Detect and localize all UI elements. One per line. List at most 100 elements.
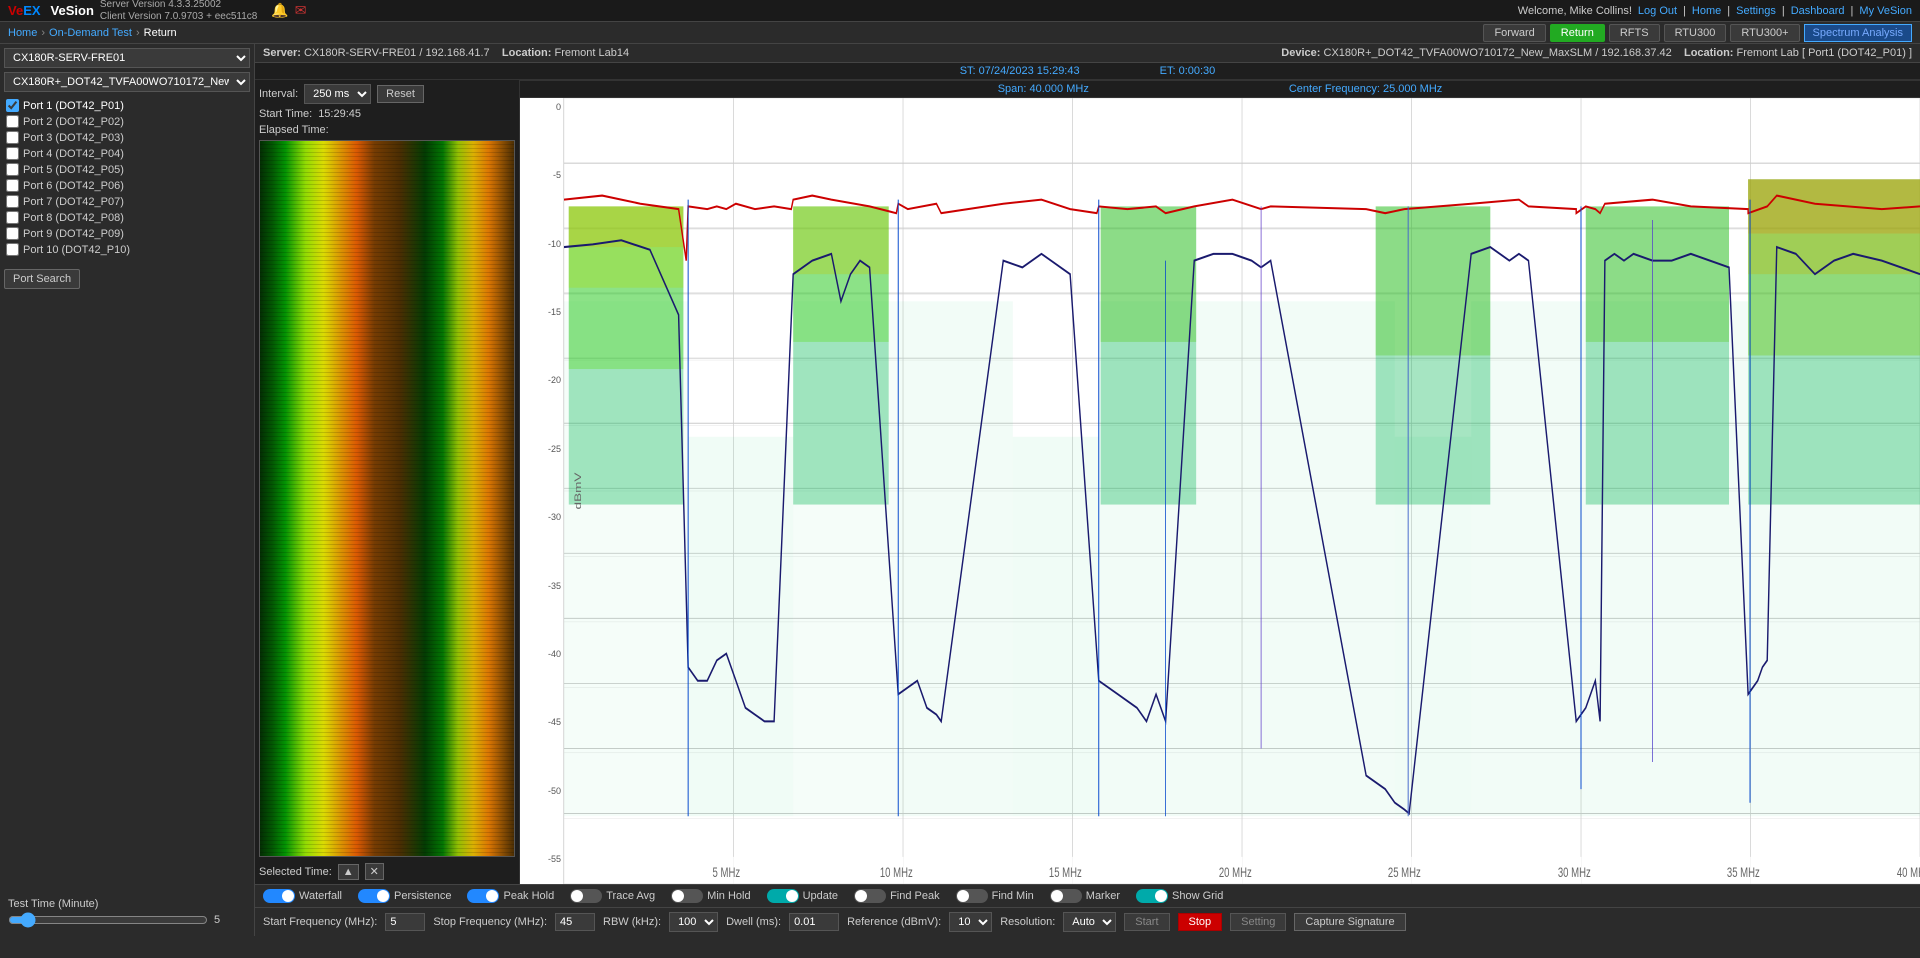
port-checkbox-p08[interactable]: [6, 211, 19, 224]
svg-text:40 MHz: 40 MHz: [1897, 866, 1920, 881]
port-item-p01[interactable]: Port 1 (DOT42_P01): [4, 98, 250, 113]
toggle-switch-trace-avg[interactable]: [570, 889, 602, 903]
left-panel: Interval: 100 ms250 ms500 ms1 s2 s5 s Re…: [255, 80, 520, 884]
mail-icon[interactable]: ✉: [295, 2, 307, 19]
rtu300-button[interactable]: RTU300: [1664, 24, 1727, 42]
port-checkbox-p01[interactable]: [6, 99, 19, 112]
separator2: |: [1727, 5, 1730, 17]
toggle-switch-find-min[interactable]: [956, 889, 988, 903]
my-vesion-link[interactable]: My VeSion: [1859, 5, 1912, 17]
logout-link[interactable]: Log Out: [1638, 5, 1677, 17]
port-item-p05[interactable]: Port 5 (DOT42_P05): [4, 162, 250, 177]
y-tick-10: -10: [520, 239, 561, 249]
spectrum-chart[interactable]: 5 MHz 10 MHz 15 MHz 20 MHz 25 MHz 30 MHz…: [564, 98, 1920, 884]
port-item-p08[interactable]: Port 8 (DOT42_P08): [4, 210, 250, 225]
setting-button[interactable]: Setting: [1230, 913, 1286, 931]
port-item-p09[interactable]: Port 9 (DOT42_P09): [4, 226, 250, 241]
return-button[interactable]: Return: [1550, 24, 1605, 42]
device-select[interactable]: CX180R+_DOT42_TVFA00WO710172_New_MaxS: [4, 72, 250, 92]
y-tick-0: 0: [520, 102, 561, 112]
interval-select[interactable]: 100 ms250 ms500 ms1 s2 s5 s: [304, 84, 371, 104]
port-item-p04[interactable]: Port 4 (DOT42_P04): [4, 146, 250, 161]
port-checkbox-p09[interactable]: [6, 227, 19, 240]
toggle-label-min-hold: Min Hold: [707, 890, 750, 902]
toggle-label-peak-hold: Peak Hold: [503, 890, 554, 902]
svg-text:25 MHz: 25 MHz: [1388, 866, 1421, 881]
toggle-item-peak-hold: Peak Hold: [467, 889, 554, 903]
toggle-switch-peak-hold[interactable]: [467, 889, 499, 903]
y-tick-25: -25: [520, 444, 561, 454]
rbw-select[interactable]: 100: [669, 912, 718, 932]
home-link[interactable]: Home: [1692, 5, 1721, 17]
span-label: Span: 40.000 MHz: [998, 83, 1089, 95]
logo-ex: EX: [23, 3, 40, 18]
port-item-p03[interactable]: Port 3 (DOT42_P03): [4, 130, 250, 145]
dashboard-link[interactable]: Dashboard: [1791, 5, 1845, 17]
start-time-value: 15:29:45: [318, 108, 361, 120]
toggle-label-find-peak: Find Peak: [890, 890, 940, 902]
toggle-switch-show-grid[interactable]: [1136, 889, 1168, 903]
dwell-input[interactable]: [789, 913, 839, 931]
svg-text:20 MHz: 20 MHz: [1219, 866, 1252, 881]
test-time-area: Test Time (Minute) 5: [4, 894, 250, 932]
port-item-p10[interactable]: Port 10 (DOT42_P10): [4, 242, 250, 257]
port-checkbox-p07[interactable]: [6, 195, 19, 208]
resolution-select[interactable]: Auto: [1063, 912, 1116, 932]
server-select[interactable]: CX180R-SERV-FRE01: [4, 48, 250, 68]
bell-icon[interactable]: 🔔: [271, 2, 288, 19]
toggle-item-trace-avg: Trace Avg: [570, 889, 655, 903]
info-bar: Server: CX180R-SERV-FRE01 / 192.168.41.7…: [255, 44, 1920, 63]
port-checkbox-p05[interactable]: [6, 163, 19, 176]
on-demand-test-breadcrumb[interactable]: On-Demand Test: [49, 27, 132, 39]
y-tick-45: -45: [520, 717, 561, 727]
reset-button[interactable]: Reset: [377, 85, 424, 103]
port-checkbox-p06[interactable]: [6, 179, 19, 192]
forward-button[interactable]: Forward: [1483, 24, 1545, 42]
svg-text:dBmV: dBmV: [573, 472, 584, 509]
toggle-switch-min-hold[interactable]: [671, 889, 703, 903]
ref-select[interactable]: 10: [949, 912, 992, 932]
start-button[interactable]: Start: [1124, 913, 1169, 931]
toggle-item-marker: Marker: [1050, 889, 1120, 903]
rtu300plus-button[interactable]: RTU300+: [1730, 24, 1799, 42]
port-checkbox-p10[interactable]: [6, 243, 19, 256]
port-item-p06[interactable]: Port 6 (DOT42_P06): [4, 178, 250, 193]
toggle-switch-persistence[interactable]: [358, 889, 390, 903]
toggle-switch-update[interactable]: [767, 889, 799, 903]
toggle-switch-waterfall[interactable]: [263, 889, 295, 903]
svg-text:5 MHz: 5 MHz: [713, 866, 741, 881]
port-item-p02[interactable]: Port 2 (DOT42_P02): [4, 114, 250, 129]
sidebar: CX180R-SERV-FRE01 CX180R+_DOT42_TVFA00WO…: [0, 44, 255, 936]
selected-time-up-button[interactable]: ▲: [338, 864, 359, 880]
settings-link[interactable]: Settings: [1736, 5, 1776, 17]
selected-time-close-button[interactable]: ✕: [365, 863, 384, 880]
toggle-switch-find-peak[interactable]: [854, 889, 886, 903]
et-display: ET: 0:00:30: [1160, 65, 1216, 77]
spectrum-analysis-button[interactable]: Spectrum Analysis: [1804, 24, 1912, 42]
interval-label: Interval:: [259, 88, 298, 100]
toggle-switch-marker[interactable]: [1050, 889, 1082, 903]
port-search-button[interactable]: Port Search: [4, 269, 80, 289]
location-label: Location:: [502, 47, 552, 59]
home-breadcrumb[interactable]: Home: [8, 27, 37, 39]
stop-button[interactable]: Stop: [1178, 913, 1223, 931]
start-time-label: Start Time:: [259, 108, 312, 120]
port-checkbox-p04[interactable]: [6, 147, 19, 160]
port-item-p07[interactable]: Port 7 (DOT42_P07): [4, 194, 250, 209]
stop-freq-input[interactable]: [555, 913, 595, 931]
rfts-button[interactable]: RFTS: [1609, 24, 1660, 42]
elapsed-label: Elapsed Time:: [259, 124, 329, 136]
toggle-bar: WaterfallPersistencePeak HoldTrace AvgMi…: [255, 884, 1920, 907]
port-label-p08: Port 8 (DOT42_P08): [23, 212, 124, 224]
separator4: |: [1851, 5, 1854, 17]
client-version: Client Version 7.0.9703 + eec511c8: [100, 11, 257, 23]
test-time-slider[interactable]: [8, 912, 208, 928]
y-tick-55: -55: [520, 854, 561, 864]
port-checkbox-p03[interactable]: [6, 131, 19, 144]
et-value: 0:00:30: [1179, 65, 1216, 77]
capture-signature-button[interactable]: Capture Signature: [1294, 913, 1405, 931]
spectrum-area: Span: 40.000 MHz Center Frequency: 25.00…: [520, 80, 1920, 884]
port-checkbox-p02[interactable]: [6, 115, 19, 128]
port-label-p10: Port 10 (DOT42_P10): [23, 244, 130, 256]
start-freq-input[interactable]: [385, 913, 425, 931]
